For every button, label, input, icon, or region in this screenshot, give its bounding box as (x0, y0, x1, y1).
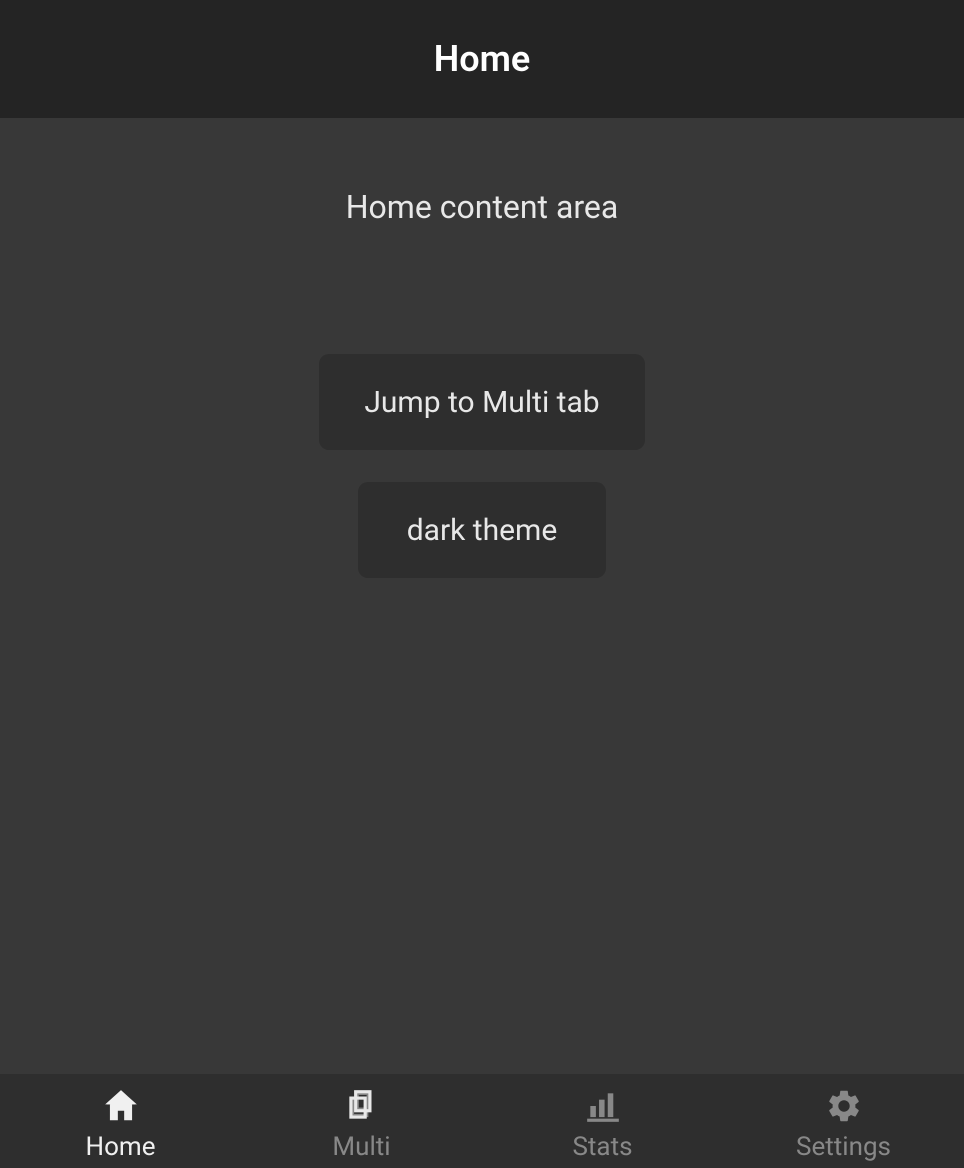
tab-stats[interactable]: Stats (482, 1074, 723, 1168)
tab-label: Multi (332, 1132, 390, 1162)
content-area: Home content area Jump to Multi tab dark… (0, 118, 964, 1074)
tabbar: Home Multi Stats (0, 1074, 964, 1168)
tab-label: Home (86, 1132, 156, 1162)
dark-theme-button[interactable]: dark theme (358, 482, 606, 578)
gear-icon (824, 1086, 864, 1126)
header: Home (0, 0, 964, 118)
tab-label: Settings (796, 1132, 891, 1162)
tab-home[interactable]: Home (0, 1074, 241, 1168)
tab-multi[interactable]: Multi (241, 1074, 482, 1168)
home-icon (101, 1086, 141, 1126)
content-text: Home content area (346, 188, 619, 226)
tab-settings[interactable]: Settings (723, 1074, 964, 1168)
jump-to-multi-button[interactable]: Jump to Multi tab (319, 354, 645, 450)
tab-label: Stats (572, 1132, 632, 1162)
page-title: Home (434, 38, 531, 80)
stats-icon (583, 1086, 623, 1126)
copy-icon (342, 1086, 382, 1126)
